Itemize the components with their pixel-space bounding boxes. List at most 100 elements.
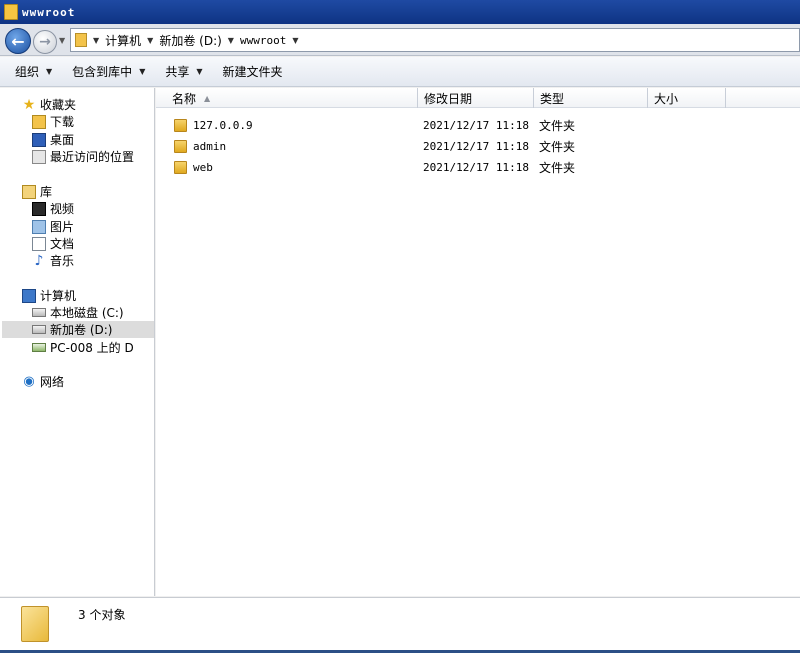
- nav-local-disk-label: 本地磁盘 (C:): [50, 306, 124, 320]
- folder-icon: [75, 33, 87, 47]
- file-row[interactable]: admin 2021/12/17 11:18 文件夹: [156, 136, 800, 157]
- nav-recent-label: 最近访问的位置: [50, 150, 135, 164]
- column-size-label: 大小: [654, 91, 679, 106]
- network-globe-icon: ◉: [23, 374, 35, 389]
- breadcrumb-wwwroot[interactable]: wwwroot: [240, 34, 286, 47]
- nav-network-drive[interactable]: PC-008 上的 D: [32, 339, 134, 356]
- nav-videos-label: 视频: [50, 202, 75, 216]
- nav-downloads[interactable]: 下载: [32, 113, 74, 130]
- nav-new-volume-label: 新加卷 (D:): [50, 323, 113, 337]
- nav-new-volume-d[interactable]: 新加卷 (D:): [2, 321, 154, 338]
- organize-button[interactable]: 组织 ▼: [8, 60, 59, 84]
- chevron-down-icon: ▼: [46, 67, 53, 76]
- nav-music[interactable]: ♪ 音乐: [32, 252, 74, 269]
- file-name: 127.0.0.9: [193, 119, 253, 132]
- breadcrumb-separator-icon[interactable]: ▼: [147, 36, 153, 45]
- sort-ascending-icon: ▲: [204, 93, 211, 103]
- recent-pages-dropdown[interactable]: ▼: [59, 36, 65, 45]
- breadcrumb-separator-icon[interactable]: ▼: [292, 36, 298, 45]
- share-label: 共享: [165, 65, 190, 79]
- file-modified: 2021/12/17 11:18: [423, 161, 529, 174]
- breadcrumb-separator-icon[interactable]: ▼: [228, 36, 234, 45]
- organize-label: 组织: [15, 65, 40, 79]
- nav-recent-places[interactable]: 最近访问的位置: [32, 148, 134, 165]
- details-status-bar: 3 个对象: [0, 597, 800, 650]
- chevron-down-icon: ▼: [139, 67, 146, 76]
- music-note-icon: ♪: [34, 252, 44, 269]
- file-row[interactable]: 127.0.0.9 2021/12/17 11:18 文件夹: [156, 115, 800, 136]
- new-folder-button[interactable]: 新建文件夹: [216, 60, 290, 84]
- nav-pictures[interactable]: 图片: [32, 218, 74, 235]
- include-library-label: 包含到库中: [72, 65, 133, 79]
- item-count: 3 个对象: [78, 608, 126, 622]
- share-button[interactable]: 共享 ▼: [158, 60, 209, 84]
- nav-libraries-label: 库: [40, 185, 53, 199]
- recent-places-icon: [32, 149, 46, 164]
- nav-favorites[interactable]: ★ 收藏夹: [22, 96, 76, 113]
- breadcrumb-separator-icon[interactable]: ▼: [93, 36, 99, 45]
- nav-local-disk-c[interactable]: 本地磁盘 (C:): [32, 304, 124, 321]
- folder-icon: [174, 140, 187, 153]
- nav-downloads-label: 下载: [50, 115, 75, 129]
- nav-network-label: 网络: [40, 375, 65, 389]
- file-modified: 2021/12/17 11:18: [423, 140, 529, 153]
- nav-computer-label: 计算机: [40, 289, 77, 303]
- column-type-label: 类型: [540, 91, 565, 106]
- file-name: admin: [193, 140, 227, 153]
- arrow-right-icon: →: [39, 34, 51, 50]
- address-bar: ← → ▼ ▼ 计算机 ▼ 新加卷 (D:) ▼ wwwroot ▼: [0, 24, 800, 56]
- network-drive-icon: [32, 343, 46, 352]
- nav-network-drive-label: PC-008 上的 D: [50, 341, 134, 355]
- column-header-row: 名称 ▲ 修改日期 类型 大小: [156, 88, 800, 108]
- folder-icon: [4, 4, 18, 20]
- arrow-left-icon: ←: [11, 31, 25, 51]
- column-header-name[interactable]: 名称 ▲: [166, 88, 418, 108]
- folder-icon: [21, 606, 49, 642]
- folder-icon: [174, 161, 187, 174]
- back-button[interactable]: ←: [5, 28, 31, 54]
- nav-favorites-label: 收藏夹: [40, 98, 77, 112]
- column-header-modified[interactable]: 修改日期: [418, 88, 534, 108]
- column-header-size[interactable]: 大小: [648, 88, 726, 108]
- file-type: 文件夹: [539, 140, 576, 154]
- file-row[interactable]: web 2021/12/17 11:18 文件夹: [156, 157, 800, 178]
- address-field[interactable]: ▼ 计算机 ▼ 新加卷 (D:) ▼ wwwroot ▼: [70, 28, 800, 52]
- file-type: 文件夹: [539, 161, 576, 175]
- column-name-label: 名称: [172, 91, 197, 106]
- nav-network[interactable]: ◉ 网络: [22, 373, 64, 390]
- folder-icon: [174, 119, 187, 132]
- forward-button[interactable]: →: [33, 30, 57, 54]
- hard-drive-icon: [32, 308, 46, 317]
- breadcrumb-new-volume[interactable]: 新加卷 (D:): [159, 32, 221, 49]
- nav-computer[interactable]: 计算机: [22, 287, 76, 304]
- file-type: 文件夹: [539, 119, 576, 133]
- nav-libraries[interactable]: 库: [22, 183, 52, 200]
- file-name: web: [193, 161, 213, 174]
- star-icon: ★: [22, 96, 36, 113]
- file-modified: 2021/12/17 11:18: [423, 119, 529, 132]
- include-in-library-button[interactable]: 包含到库中 ▼: [65, 60, 152, 84]
- window-title: wwwroot: [22, 5, 76, 19]
- video-icon: [32, 201, 46, 216]
- chevron-down-icon: ▼: [196, 67, 203, 76]
- title-bar: wwwroot: [0, 0, 800, 24]
- nav-videos[interactable]: 视频: [32, 200, 74, 217]
- desktop-icon: [32, 132, 46, 147]
- breadcrumb-computer[interactable]: 计算机: [105, 32, 141, 49]
- nav-documents[interactable]: 文档: [32, 235, 74, 252]
- downloads-folder-icon: [32, 114, 46, 129]
- library-icon: [22, 184, 36, 199]
- hard-drive-icon: [32, 325, 46, 334]
- nav-desktop-label: 桌面: [50, 133, 75, 147]
- explorer-window: wwwroot ← → ▼ ▼ 计算机 ▼ 新加卷 (D:) ▼ wwwroot…: [0, 0, 800, 653]
- computer-icon: [22, 288, 36, 303]
- nav-pictures-label: 图片: [50, 220, 75, 234]
- navigation-pane: ★ 收藏夹 下载 桌面 最近访问的位置 库 视频 图片 文档 ♪ 音乐 计算机 …: [0, 88, 155, 596]
- command-toolbar: 组织 ▼ 包含到库中 ▼ 共享 ▼ 新建文件夹: [0, 57, 800, 87]
- column-header-type[interactable]: 类型: [534, 88, 648, 108]
- file-list-pane: 名称 ▲ 修改日期 类型 大小 127.0.0.9 2021/12/17 11:…: [156, 88, 800, 596]
- nav-desktop[interactable]: 桌面: [32, 131, 74, 148]
- picture-icon: [32, 219, 46, 234]
- new-folder-label: 新建文件夹: [222, 65, 283, 79]
- nav-music-label: 音乐: [50, 254, 75, 268]
